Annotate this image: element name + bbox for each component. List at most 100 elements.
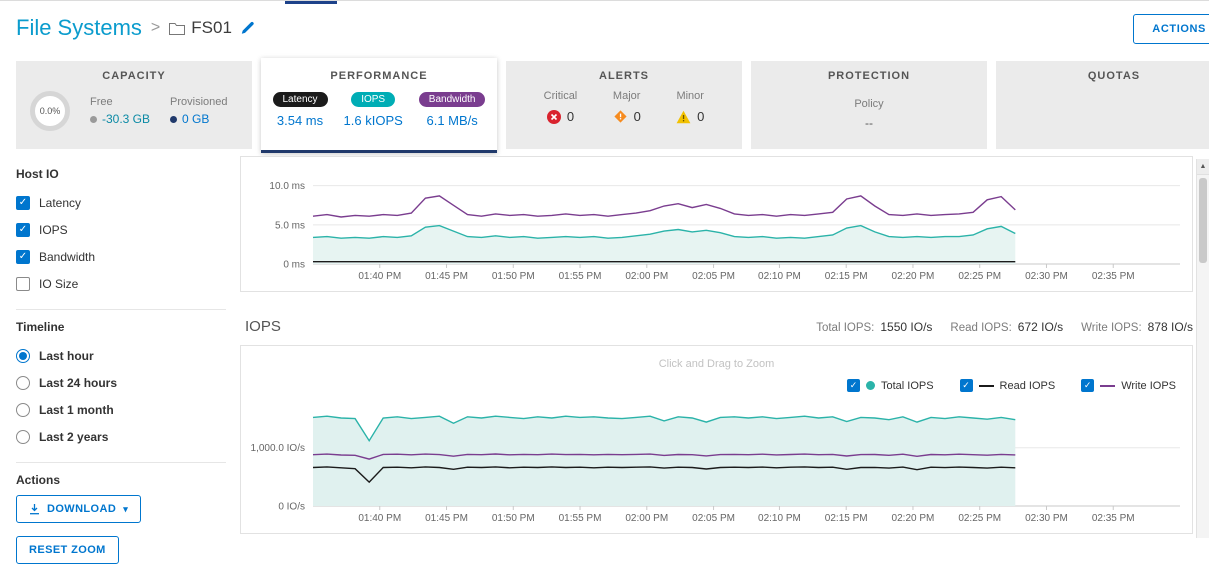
purple-line-marker-icon xyxy=(1100,385,1115,387)
checkbox-icon[interactable] xyxy=(16,250,30,264)
latency-chart[interactable]: 10.0 ms5.0 ms0 ms01:40 PM01:45 PM01:50 P… xyxy=(241,156,1192,290)
provisioned-dot-icon xyxy=(170,116,177,123)
checkbox-bandwidth[interactable]: Bandwidth xyxy=(16,243,226,270)
download-button[interactable]: DOWNLOAD ▾ xyxy=(16,495,141,523)
iops-chart[interactable]: 1,000.0 IO/s0 IO/s01:40 PM01:45 PM01:50 … xyxy=(241,398,1192,532)
provisioned-label: Provisioned xyxy=(170,96,227,108)
svg-text:02:35 PM: 02:35 PM xyxy=(1092,271,1135,282)
svg-text:02:25 PM: 02:25 PM xyxy=(958,271,1001,282)
svg-text:02:30 PM: 02:30 PM xyxy=(1025,513,1068,524)
legend-total-iops[interactable]: Total IOPS xyxy=(847,379,934,392)
svg-text:02:10 PM: 02:10 PM xyxy=(758,513,801,524)
checkbox-icon[interactable] xyxy=(1081,379,1094,392)
major-icon xyxy=(613,109,628,124)
legend-total-iops-label: Total IOPS xyxy=(881,380,934,392)
svg-text:01:55 PM: 01:55 PM xyxy=(559,513,602,524)
provisioned-value: 0 GB xyxy=(182,112,209,126)
svg-text:01:50 PM: 01:50 PM xyxy=(492,513,535,524)
capacity-gauge-value: 0.0% xyxy=(40,106,61,116)
edit-pencil-icon[interactable] xyxy=(240,21,254,35)
svg-text:01:45 PM: 01:45 PM xyxy=(425,513,468,524)
svg-text:01:45 PM: 01:45 PM xyxy=(425,271,468,282)
breadcrumb-item: FS01 xyxy=(191,18,232,38)
latency-badge: Latency xyxy=(273,92,328,107)
total-iops-value: 1550 IO/s xyxy=(880,320,932,334)
radio-last-2-years-label: Last 2 years xyxy=(39,430,108,444)
alerts-card-title: ALERTS xyxy=(506,70,742,82)
critical-icon xyxy=(547,110,561,124)
svg-text:02:05 PM: 02:05 PM xyxy=(692,513,735,524)
scrollbar-thumb[interactable] xyxy=(1199,178,1207,263)
protection-card[interactable]: PROTECTION Policy -- xyxy=(751,61,987,149)
legend-read-iops[interactable]: Read IOPS xyxy=(960,379,1056,392)
checkbox-io-size-label: IO Size xyxy=(39,277,78,291)
checkbox-icon[interactable] xyxy=(960,379,973,392)
capacity-gauge: 0.0% xyxy=(30,91,70,131)
critical-label: Critical xyxy=(544,90,578,102)
teal-dot-marker-icon xyxy=(866,381,875,390)
scroll-up-arrow-icon[interactable]: ▲ xyxy=(1197,159,1209,175)
vertical-scrollbar[interactable]: ▲ xyxy=(1196,159,1209,538)
minor-count: 0 xyxy=(697,109,704,124)
svg-text:01:40 PM: 01:40 PM xyxy=(358,513,401,524)
radio-last-2-years[interactable]: Last 2 years xyxy=(16,423,226,450)
black-line-marker-icon xyxy=(979,385,994,387)
chevron-down-icon: ▾ xyxy=(123,504,128,515)
radio-icon[interactable] xyxy=(16,430,30,444)
svg-text:02:15 PM: 02:15 PM xyxy=(825,513,868,524)
svg-text:02:15 PM: 02:15 PM xyxy=(825,271,868,282)
checkbox-icon[interactable] xyxy=(16,196,30,210)
checkbox-bandwidth-label: Bandwidth xyxy=(39,250,95,264)
svg-text:1,000.0 IO/s: 1,000.0 IO/s xyxy=(251,443,305,454)
iops-section-title: IOPS xyxy=(245,318,281,335)
timeline-title: Timeline xyxy=(16,320,226,334)
iops-chart-panel: Click and Drag to Zoom Total IOPS Read I… xyxy=(240,345,1193,534)
major-count: 0 xyxy=(634,109,641,124)
svg-text:02:10 PM: 02:10 PM xyxy=(758,271,801,282)
checkbox-icon[interactable] xyxy=(16,223,30,237)
minor-label: Minor xyxy=(676,90,704,102)
read-iops-label: Read IOPS: xyxy=(950,322,1011,334)
quotas-card-title: QUOTAS xyxy=(996,70,1209,82)
checkbox-icon[interactable] xyxy=(847,379,860,392)
capacity-card-title: CAPACITY xyxy=(16,70,252,82)
radio-last-1-month[interactable]: Last 1 month xyxy=(16,396,226,423)
reset-zoom-button[interactable]: RESET ZOOM xyxy=(16,536,119,564)
zoom-hint: Click and Drag to Zoom xyxy=(241,358,1192,370)
bandwidth-value: 6.1 MB/s xyxy=(426,113,477,128)
performance-card[interactable]: PERFORMANCE Latency 3.54 ms IOPS 1.6 kIO… xyxy=(261,58,497,153)
radio-icon[interactable] xyxy=(16,376,30,390)
checkbox-iops[interactable]: IOPS xyxy=(16,216,226,243)
iops-stats: Total IOPS:1550 IO/s Read IOPS:672 IO/s … xyxy=(816,320,1193,334)
svg-text:02:30 PM: 02:30 PM xyxy=(1025,271,1068,282)
legend-write-iops-label: Write IOPS xyxy=(1121,380,1176,392)
checkbox-latency-label: Latency xyxy=(39,196,81,210)
alerts-card[interactable]: ALERTS Critical 0 Major 0 Minor xyxy=(506,61,742,149)
radio-icon[interactable] xyxy=(16,403,30,417)
legend-write-iops[interactable]: Write IOPS xyxy=(1081,379,1176,392)
checkbox-icon[interactable] xyxy=(16,277,30,291)
critical-count: 0 xyxy=(567,109,574,124)
radio-icon[interactable] xyxy=(16,349,30,363)
actions-button[interactable]: ACTIONS xyxy=(1133,14,1209,44)
svg-text:5.0 ms: 5.0 ms xyxy=(275,220,305,231)
reset-zoom-button-label: RESET ZOOM xyxy=(29,544,106,556)
quotas-card[interactable]: QUOTAS xyxy=(996,61,1209,149)
host-io-title: Host IO xyxy=(16,167,226,181)
radio-last-hour[interactable]: Last hour xyxy=(16,342,226,369)
radio-last-24-hours-label: Last 24 hours xyxy=(39,376,117,390)
checkbox-io-size[interactable]: IO Size xyxy=(16,270,226,297)
protection-card-title: PROTECTION xyxy=(751,70,987,82)
page-title: File Systems xyxy=(16,15,142,41)
svg-text:10.0 ms: 10.0 ms xyxy=(269,181,305,192)
write-iops-label: Write IOPS: xyxy=(1081,322,1142,334)
policy-label: Policy xyxy=(854,98,883,110)
capacity-card[interactable]: CAPACITY 0.0% Free -30.3 GB Provisioned … xyxy=(16,61,252,149)
iops-badge: IOPS xyxy=(351,92,395,107)
latency-value: 3.54 ms xyxy=(277,113,323,128)
iops-value: 1.6 kIOPS xyxy=(344,113,403,128)
radio-last-24-hours[interactable]: Last 24 hours xyxy=(16,369,226,396)
checkbox-latency[interactable]: Latency xyxy=(16,189,226,216)
read-iops-value: 672 IO/s xyxy=(1018,320,1063,334)
summary-cards: CAPACITY 0.0% Free -30.3 GB Provisioned … xyxy=(16,61,1209,153)
